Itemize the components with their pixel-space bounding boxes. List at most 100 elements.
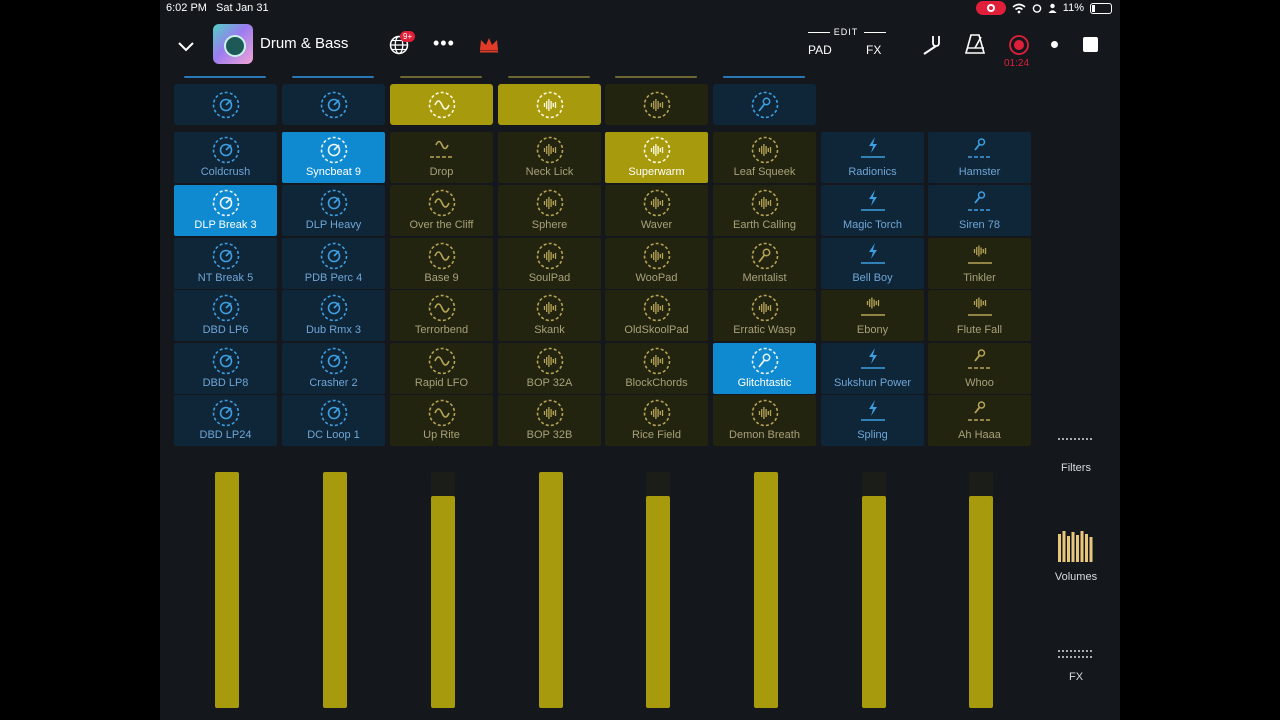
pad-soulpad[interactable]: SoulPad	[498, 238, 601, 289]
pad-woopad[interactable]: WooPad	[605, 238, 708, 289]
volume-fader-3[interactable]	[431, 472, 455, 708]
bars-icon	[643, 91, 670, 118]
fx-panel-label[interactable]: FX	[1040, 671, 1112, 683]
pad-oldskoolpad[interactable]: OldSkoolPad	[605, 290, 708, 341]
pad-whoo[interactable]: Whoo	[928, 343, 1031, 394]
volume-fader-2[interactable]	[323, 472, 347, 708]
pad-flute-fall[interactable]: Flute Fall	[928, 290, 1031, 341]
volume-fader-6[interactable]	[754, 472, 778, 708]
pad-dub-rmx-3[interactable]: Dub Rmx 3	[282, 290, 385, 341]
pad-drop[interactable]: Drop	[390, 132, 493, 183]
metronome-icon[interactable]	[964, 33, 986, 55]
pad-up-rite[interactable]: Up Rite	[390, 395, 493, 446]
bolt-line-icon	[861, 400, 885, 421]
filters-label[interactable]: Filters	[1040, 462, 1112, 474]
pad-nt-break-5[interactable]: NT Break 5	[174, 238, 277, 289]
stop-button[interactable]	[1083, 37, 1098, 52]
pad-spling[interactable]: Spling	[821, 395, 924, 446]
mic-line-icon	[968, 349, 992, 369]
pad-coldcrush[interactable]: Coldcrush	[174, 132, 277, 183]
volumes-icon[interactable]	[1058, 530, 1094, 562]
volume-fader-1[interactable]	[215, 472, 239, 708]
pad-label: BlockChords	[625, 377, 688, 389]
pad-syncbeat-9[interactable]: Syncbeat 9	[282, 132, 385, 183]
record-icon[interactable]	[1008, 34, 1030, 56]
pad-base-9[interactable]: Base 9	[390, 238, 493, 289]
tuning-fork-icon[interactable]	[920, 34, 942, 56]
pad-dbd-lp6[interactable]: DBD LP6	[174, 290, 277, 341]
pad-label: DC Loop 1	[307, 429, 360, 441]
pad-demon-breath[interactable]: Demon Breath	[713, 395, 816, 446]
pad-hamster[interactable]: Hamster	[928, 132, 1031, 183]
pad-tinkler[interactable]: Tinkler	[928, 238, 1031, 289]
chevron-down-icon[interactable]	[176, 36, 196, 56]
column-header[interactable]	[174, 84, 277, 125]
crown-icon[interactable]	[478, 35, 500, 53]
pad-pdb-perc-4[interactable]: PDB Perc 4	[282, 238, 385, 289]
pad-over-the-cliff[interactable]: Over the Cliff	[390, 185, 493, 236]
pad-blockchords[interactable]: BlockChords	[605, 343, 708, 394]
pad-label: NT Break 5	[197, 272, 254, 284]
wave-icon	[428, 399, 456, 427]
pad-label: Rice Field	[632, 429, 681, 441]
volume-fader-7[interactable]	[862, 472, 886, 708]
bars-icon	[536, 294, 564, 322]
dial-icon	[212, 294, 240, 322]
column-header[interactable]	[605, 84, 708, 125]
pad-bop-32a[interactable]: BOP 32A	[498, 343, 601, 394]
pad-magic-torch[interactable]: Magic Torch	[821, 185, 924, 236]
pad-terrorbend[interactable]: Terrorbend	[390, 290, 493, 341]
pad-superwarm[interactable]: Superwarm	[605, 132, 708, 183]
pad-ah-haaa[interactable]: Ah Haaa	[928, 395, 1031, 446]
pad-ebony[interactable]: Ebony	[821, 290, 924, 341]
dial-icon	[320, 242, 348, 270]
pad-neck-lick[interactable]: Neck Lick	[498, 132, 601, 183]
column-header[interactable]	[390, 84, 493, 125]
dot-button[interactable]	[1051, 41, 1058, 48]
pad-sukshun-power[interactable]: Sukshun Power	[821, 343, 924, 394]
column-headers	[160, 84, 1120, 126]
volume-fader-5[interactable]	[646, 472, 670, 708]
fader-fill	[431, 496, 455, 708]
tab-fx[interactable]: FX	[866, 43, 881, 57]
filters-icon[interactable]	[1058, 436, 1094, 442]
pad-sphere[interactable]: Sphere	[498, 185, 601, 236]
pad-rapid-lfo[interactable]: Rapid LFO	[390, 343, 493, 394]
volume-fader-4[interactable]	[539, 472, 563, 708]
column-header[interactable]	[713, 84, 816, 125]
pad-label: Crasher 2	[309, 377, 358, 389]
bars-icon	[751, 294, 779, 322]
pad-dbd-lp24[interactable]: DBD LP24	[174, 395, 277, 446]
pad-label: Coldcrush	[200, 166, 251, 178]
dial-icon	[212, 91, 239, 118]
pad-earth-calling[interactable]: Earth Calling	[713, 185, 816, 236]
pad-dc-loop-1[interactable]: DC Loop 1	[282, 395, 385, 446]
pad-siren-78[interactable]: Siren 78	[928, 185, 1031, 236]
pad-bell-boy[interactable]: Bell Boy	[821, 238, 924, 289]
pad-skank[interactable]: Skank	[498, 290, 601, 341]
pad-crasher-2[interactable]: Crasher 2	[282, 343, 385, 394]
pad-erratic-wasp[interactable]: Erratic Wasp	[713, 290, 816, 341]
project-artwork[interactable]	[213, 24, 253, 64]
bars-icon	[643, 399, 671, 427]
volume-fader-8[interactable]	[969, 472, 993, 708]
pad-waver[interactable]: Waver	[605, 185, 708, 236]
fx-panel-icon[interactable]	[1058, 648, 1094, 660]
pad-dlp-heavy[interactable]: DLP Heavy	[282, 185, 385, 236]
edit-divider-right	[864, 32, 886, 33]
tab-pad[interactable]: PAD	[808, 43, 832, 57]
volumes-label[interactable]: Volumes	[1040, 571, 1112, 583]
pad-radionics[interactable]: Radionics	[821, 132, 924, 183]
project-title[interactable]: Drum & Bass	[260, 35, 348, 52]
pad-dbd-lp8[interactable]: DBD LP8	[174, 343, 277, 394]
pad-dlp-break-3[interactable]: DLP Break 3	[174, 185, 277, 236]
pad-leaf-squeek[interactable]: Leaf Squeek	[713, 132, 816, 183]
pad-rice-field[interactable]: Rice Field	[605, 395, 708, 446]
column-header[interactable]	[282, 84, 385, 125]
pad-glitchtastic[interactable]: Glitchtastic	[713, 343, 816, 394]
pad-mentalist[interactable]: Mentalist	[713, 238, 816, 289]
column-header[interactable]	[498, 84, 601, 125]
more-icon[interactable]: •••	[433, 33, 455, 54]
notification-badge: 9+	[400, 31, 416, 42]
pad-bop-32b[interactable]: BOP 32B	[498, 395, 601, 446]
